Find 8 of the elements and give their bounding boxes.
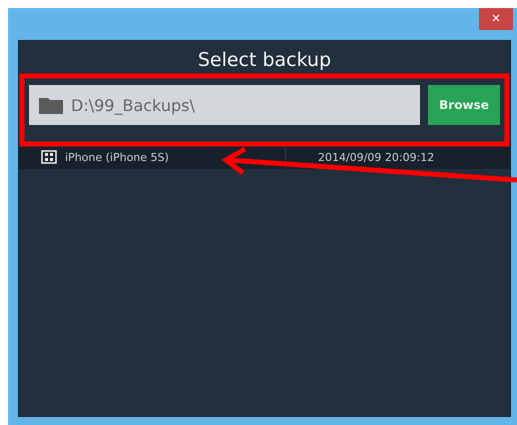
folder-icon bbox=[39, 96, 63, 114]
path-field[interactable]: D:\99_Backups\ bbox=[29, 85, 420, 125]
device-icon bbox=[41, 150, 57, 164]
browse-button[interactable]: Browse bbox=[428, 85, 500, 125]
backup-date: 2014/09/09 20:09:12 bbox=[317, 150, 436, 164]
device-name: iPhone (iPhone 5S) bbox=[65, 150, 169, 164]
dialog-title: Select backup bbox=[196, 48, 332, 73]
close-button[interactable]: × bbox=[479, 8, 513, 30]
